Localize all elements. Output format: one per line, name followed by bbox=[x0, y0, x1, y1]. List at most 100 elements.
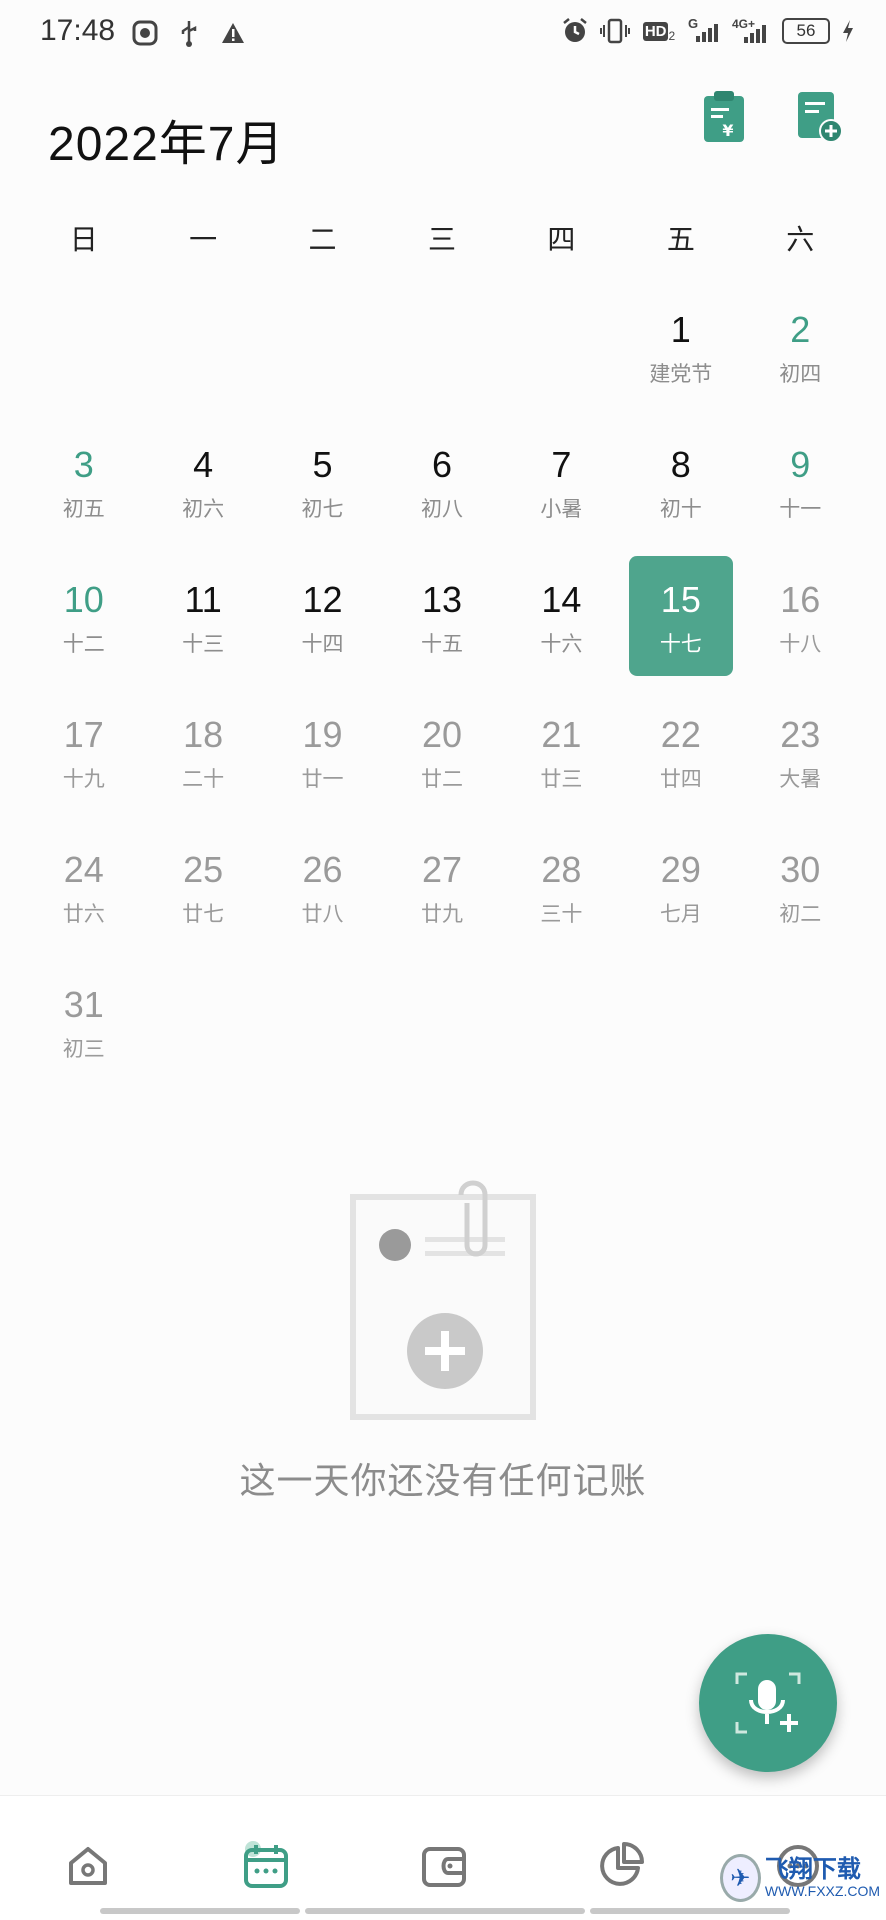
voice-add-icon bbox=[735, 1672, 801, 1734]
lunar-date: 廿三 bbox=[540, 768, 583, 791]
calendar-day[interactable]: 14 十六 bbox=[502, 568, 621, 703]
lunar-date: 十七 bbox=[659, 633, 702, 656]
lunar-date: 廿九 bbox=[420, 903, 463, 926]
day-number: 29 bbox=[660, 849, 701, 890]
lunar-date: 建党节 bbox=[649, 363, 713, 386]
calendar-day[interactable]: 29 七月 bbox=[621, 838, 740, 973]
alarm-icon bbox=[560, 16, 590, 46]
calendar-day[interactable]: 18 二十 bbox=[143, 703, 262, 838]
svg-text:¥: ¥ bbox=[722, 121, 733, 140]
day-number: 1 bbox=[670, 309, 691, 350]
calendar-day[interactable]: 13 十五 bbox=[382, 568, 501, 703]
day-number: 22 bbox=[660, 714, 701, 755]
calendar-day[interactable]: 26 廿八 bbox=[263, 838, 382, 973]
lunar-date: 初五 bbox=[62, 498, 105, 521]
watermark-logo-icon: ✈ bbox=[720, 1854, 761, 1902]
calendar-day-selected[interactable]: 15 十七 bbox=[621, 556, 740, 703]
calendar-day[interactable]: 12 十四 bbox=[263, 568, 382, 703]
weekday-label: 四 bbox=[547, 224, 576, 255]
calendar-day[interactable]: 7 小暑 bbox=[502, 433, 621, 568]
lunar-date: 初三 bbox=[62, 1038, 105, 1061]
calendar-day[interactable]: 11 十三 bbox=[143, 568, 262, 703]
month-title[interactable]: 2022年7月 bbox=[48, 104, 284, 174]
calendar-day[interactable]: 8 初十 bbox=[621, 433, 740, 568]
add-note-button[interactable] bbox=[796, 90, 844, 144]
day-number: 5 bbox=[312, 444, 333, 485]
weekday-label: 二 bbox=[308, 224, 337, 255]
calendar-day[interactable]: 30 初二 bbox=[741, 838, 860, 973]
nav-calendar[interactable] bbox=[236, 1836, 296, 1896]
calendar-day[interactable]: 3 初五 bbox=[24, 433, 143, 568]
battery-icon: 56 bbox=[782, 18, 830, 44]
watermark-title: 飞翔下载 bbox=[764, 1856, 861, 1883]
day-number: 31 bbox=[63, 984, 104, 1025]
lunar-date: 十六 bbox=[540, 633, 583, 656]
nav-statistics[interactable] bbox=[590, 1836, 650, 1896]
calendar-blank-cell bbox=[143, 298, 262, 433]
warning-icon bbox=[218, 18, 248, 48]
weekday-label: 五 bbox=[666, 224, 695, 255]
lunar-date: 初八 bbox=[420, 498, 463, 521]
calendar-day[interactable]: 31 初三 bbox=[24, 973, 143, 1108]
lunar-date: 初六 bbox=[182, 498, 225, 521]
calendar-day[interactable]: 5 初七 bbox=[263, 433, 382, 568]
calendar-day[interactable]: 25 廿七 bbox=[143, 838, 262, 973]
calendar-day[interactable]: 10 十二 bbox=[24, 568, 143, 703]
day-number: 19 bbox=[302, 714, 343, 755]
day-number: 17 bbox=[63, 714, 104, 755]
home-icon bbox=[69, 1847, 107, 1885]
lunar-date: 廿六 bbox=[62, 903, 105, 926]
calendar-day[interactable]: 21 廿三 bbox=[502, 703, 621, 838]
calendar-day[interactable]: 20 廿二 bbox=[382, 703, 501, 838]
calendar-day[interactable]: 27 廿九 bbox=[382, 838, 501, 973]
nav-home[interactable] bbox=[58, 1836, 118, 1896]
calendar-day[interactable]: 17 十九 bbox=[24, 703, 143, 838]
lunar-date: 初四 bbox=[779, 363, 822, 386]
wallet-icon bbox=[422, 1847, 466, 1887]
calendar-day[interactable]: 4 初六 bbox=[143, 433, 262, 568]
day-number: 26 bbox=[302, 849, 343, 890]
day-number: 13 bbox=[421, 579, 462, 620]
app-notification-icon bbox=[130, 18, 160, 48]
calendar-blank-cell bbox=[502, 298, 621, 433]
lunar-date: 廿四 bbox=[659, 768, 702, 791]
calendar-day[interactable]: 23 大暑 bbox=[741, 703, 860, 838]
weekday-label: 日 bbox=[69, 224, 98, 255]
day-number: 16 bbox=[780, 579, 821, 620]
pie-chart-icon bbox=[600, 1842, 644, 1886]
day-number: 15 bbox=[660, 579, 701, 620]
status-left-icons bbox=[130, 18, 248, 48]
calendar-day[interactable]: 24 廿六 bbox=[24, 838, 143, 973]
voice-add-record-button[interactable] bbox=[699, 1634, 837, 1772]
bill-list-button[interactable]: ¥ bbox=[700, 90, 748, 144]
lunar-date: 十一 bbox=[779, 498, 822, 521]
day-number: 25 bbox=[183, 849, 224, 890]
calendar-day[interactable]: 2 初四 bbox=[741, 298, 860, 433]
calendar-day[interactable]: 22 廿四 bbox=[621, 703, 740, 838]
status-time: 17:48 bbox=[40, 14, 116, 47]
day-number: 28 bbox=[541, 849, 582, 890]
day-number: 18 bbox=[183, 714, 224, 755]
signal-4g-icon: 4G+ bbox=[732, 16, 772, 46]
watermark: ✈ 飞翔下载 WWW.FXXZ.COM bbox=[720, 1848, 880, 1908]
calendar-day[interactable]: 28 三十 bbox=[502, 838, 621, 973]
lunar-date: 十四 bbox=[301, 633, 344, 656]
nav-wallet[interactable] bbox=[414, 1836, 474, 1896]
day-number: 24 bbox=[63, 849, 104, 890]
hd-icon: HD 2 bbox=[642, 21, 676, 43]
calendar-day[interactable]: 6 初八 bbox=[382, 433, 501, 568]
calendar-day[interactable]: 19 廿一 bbox=[263, 703, 382, 838]
calendar-day[interactable]: 16 十八 bbox=[741, 568, 860, 703]
gesture-bar-center bbox=[305, 1908, 585, 1914]
day-number: 9 bbox=[790, 444, 811, 485]
gesture-bar-right bbox=[590, 1908, 790, 1914]
gesture-bar-left bbox=[100, 1908, 300, 1914]
day-number: 21 bbox=[541, 714, 582, 755]
calendar-day[interactable]: 1 建党节 bbox=[621, 298, 740, 433]
day-number: 8 bbox=[670, 444, 691, 485]
calendar-day[interactable]: 9 十一 bbox=[741, 433, 860, 568]
day-number: 14 bbox=[541, 579, 582, 620]
calendar-grid: 1 建党节 2 初四 3 初五 4 初六 5 初七 6 初八 7 小暑 8 初十 9 十一 10 十二 11 十三 12 十四… bbox=[24, 298, 860, 1108]
day-number: 12 bbox=[302, 579, 343, 620]
lunar-date: 二十 bbox=[182, 768, 225, 791]
